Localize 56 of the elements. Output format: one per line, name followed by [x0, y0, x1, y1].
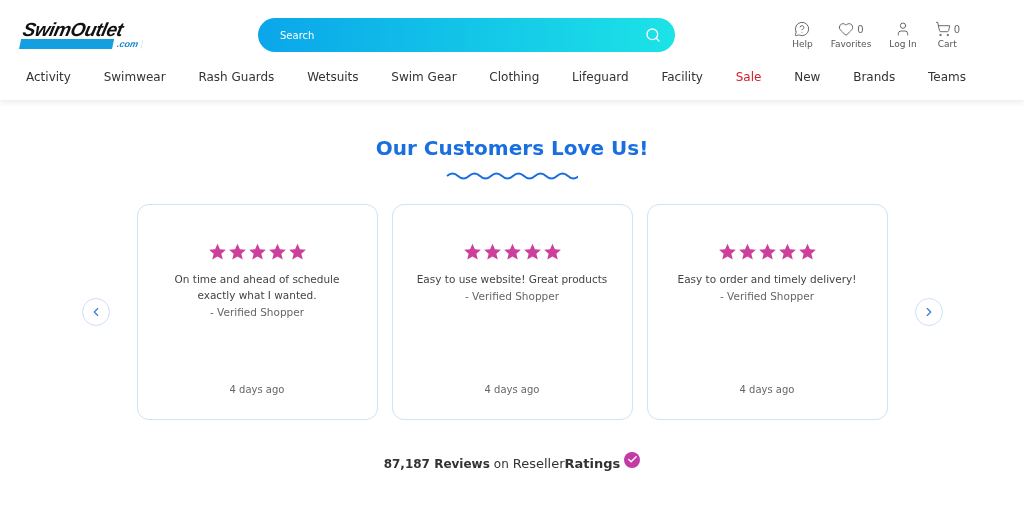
header-action[interactable]: 0 Cart: [934, 21, 960, 49]
star-icon: [757, 243, 777, 261]
review-count: 87,187 Reviews: [383, 456, 490, 471]
review-time: 4 days ago: [484, 384, 540, 395]
star-icon: [247, 243, 267, 261]
header-action[interactable]: Log In: [889, 21, 917, 49]
logo[interactable]: SwimOutlet .com: [19, 21, 153, 49]
help-icon: [794, 21, 811, 37]
nav-link[interactable]: Swim Gear: [391, 70, 457, 84]
nav-link[interactable]: Sale: [735, 70, 762, 84]
previous-button[interactable]: [81, 298, 110, 326]
nav-link[interactable]: Brands: [853, 70, 896, 84]
star-icon: [777, 243, 797, 261]
star-icon: [207, 243, 227, 261]
resellerratings-logo[interactable]: ResellerRatings: [512, 456, 621, 471]
star-icon: [502, 243, 522, 261]
nav-link[interactable]: Facility: [661, 70, 703, 84]
star-icon: [717, 243, 737, 261]
nav-link[interactable]: Activity: [26, 70, 71, 84]
search-field[interactable]: Search: [258, 18, 675, 52]
search-icon[interactable]: [645, 27, 661, 43]
review-author: - Verified Shopper: [464, 290, 560, 302]
review-text: Easy to use website! Great products: [416, 272, 608, 287]
next-button[interactable]: [914, 298, 943, 326]
star-icon: [522, 243, 542, 261]
star-icon: [287, 243, 307, 261]
section-title: Our Customers Love Us!: [374, 136, 650, 160]
nav-link[interactable]: Wetsuits: [307, 70, 359, 84]
review-text: Easy to order and timely delivery!: [677, 272, 857, 287]
review-time: 4 days ago: [229, 384, 285, 395]
check-badge-icon: [624, 451, 641, 468]
star-icon: [797, 243, 817, 261]
nav-link[interactable]: Rash Guards: [198, 70, 275, 84]
count: 0: [857, 23, 864, 35]
nav-link[interactable]: Swimwear: [103, 70, 166, 84]
review-author: - Verified Shopper: [209, 306, 305, 318]
star-icon: [267, 243, 287, 261]
review-author: - Verified Shopper: [719, 290, 815, 302]
count: 0: [953, 23, 960, 35]
nav-link[interactable]: Teams: [927, 70, 966, 84]
star-icon: [227, 243, 247, 261]
review-text: On time and ahead of schedule exactly what I wanted.: [173, 272, 341, 303]
header-action[interactable]: 0 Favorites: [830, 21, 872, 49]
header-action[interactable]: Help: [792, 21, 813, 49]
star-icon: [737, 243, 757, 261]
review-time: 4 days ago: [739, 384, 795, 395]
star-icon: [542, 243, 562, 261]
favorites-icon: [838, 21, 855, 37]
nav-link[interactable]: New: [794, 70, 821, 84]
nav-link[interactable]: Lifeguard: [572, 70, 629, 84]
search-input[interactable]: Search: [278, 28, 645, 42]
star-icon: [482, 243, 502, 261]
nav-link[interactable]: Clothing: [489, 70, 540, 84]
cart-icon: [934, 21, 951, 37]
star-icon: [462, 243, 482, 261]
on-text: on: [493, 456, 509, 471]
